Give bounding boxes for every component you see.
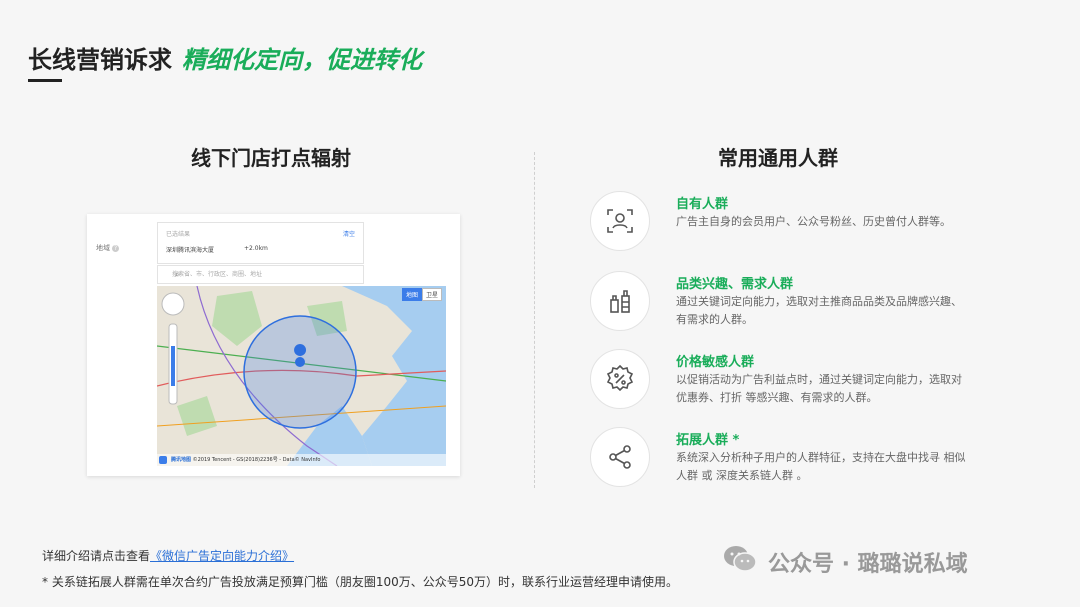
selected-place: 深圳腾讯滨海大厦 [166, 247, 215, 254]
audience-title: 品类兴趣、需求人群 [676, 277, 794, 292]
map-card: 地域? 已选结果 清空 深圳腾讯滨海大厦 +2.0km ⌕ 搜索省、市、行政区、… [87, 214, 460, 476]
region-label: 地域? [96, 244, 119, 252]
percent-badge-icon [590, 349, 650, 409]
help-icon: ? [112, 244, 119, 252]
wechat-icon [722, 544, 758, 580]
map-view[interactable]: 地图 卫星 腾讯地图 ©2019 Tencent - GS(2018)2236号 … [157, 286, 446, 466]
watermark: 公众号 · 璐璐说私域 [722, 544, 968, 580]
intro-line: 详细介绍请点击查看《微信广告定向能力介绍》 [42, 547, 294, 564]
map-type-toggle[interactable]: 地图 卫星 [401, 288, 442, 301]
intro-link[interactable]: 《微信广告定向能力介绍》 [150, 549, 294, 563]
search-icon: ⌕ [175, 270, 180, 279]
selected-key: 已选结果 [166, 231, 191, 238]
clear-button[interactable]: 清空 [343, 229, 355, 238]
map-logo: 腾讯地图 [171, 457, 192, 463]
map-search-input[interactable]: ⌕ 搜索省、市、行政区、商圈、地址 [157, 265, 364, 284]
audience-desc: 以促销活动为广告利益点时，通过关键词定向能力，选取对 优惠券、打折 等感兴趣、有… [676, 373, 962, 404]
bottle-products-icon [590, 271, 650, 331]
left-section-title: 线下门店打点辐射 [191, 146, 351, 170]
header-underline [28, 79, 62, 82]
audience-desc: 通过关键词定向能力，选取对主推商品品类及品牌感兴趣、有需求的人群。 [676, 295, 962, 326]
search-placeholder: 搜索省、市、行政区、商圈、地址 [172, 271, 263, 278]
right-section-title: 常用通用人群 [718, 146, 838, 170]
audience-desc: 系统深入分析种子用户的人群特征，支持在大盘中找寻 相似人群 或 深度关系链人群 … [676, 451, 966, 482]
divider [534, 152, 535, 488]
page-header: 长线营销诉求 精细化定向，促进转化 [28, 40, 422, 75]
audience-title: 拓展人群 * [676, 433, 740, 448]
audience-title: 自有人群 [676, 197, 729, 212]
header-title: 长线营销诉求 [28, 46, 172, 74]
radius-select[interactable]: +2.0km [244, 245, 268, 252]
map-attribution: 腾讯地图 ©2019 Tencent - GS(2018)2236号 - Dat… [157, 454, 446, 466]
header-highlight: 精细化定向，促进转化 [182, 46, 422, 74]
intro-prefix: 详细介绍请点击查看 [42, 549, 151, 563]
user-scan-icon [590, 191, 650, 251]
watermark-text: 公众号 · 璐璐说私域 [768, 552, 968, 577]
share-icon [590, 427, 650, 487]
footnote: * 关系链拓展人群需在单次合约广告投放满足预算门槛（朋友圈100万、公众号50万… [42, 575, 678, 589]
audience-desc: 广告主自身的会员用户、公众号粉丝、历史曾付人群等。 [676, 215, 951, 228]
tencent-map-logo-icon [159, 456, 167, 464]
map-mode-button[interactable]: 地图 [401, 288, 422, 301]
selected-results-box: 已选结果 清空 深圳腾讯滨海大厦 +2.0km [157, 222, 364, 264]
audience-title: 价格敏感人群 [676, 355, 755, 370]
attribution-text: ©2019 Tencent - GS(2018)2236号 - Data© Na… [192, 457, 321, 463]
satellite-mode-button[interactable]: 卫星 [421, 288, 442, 301]
